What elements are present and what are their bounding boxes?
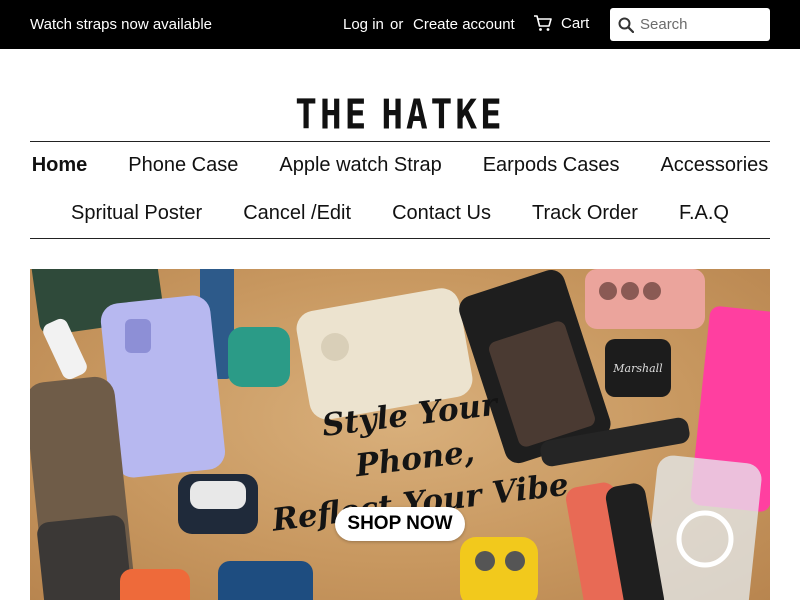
main-nav-row-1: Home Phone Case Apple watch Strap Earpod… [30,154,770,177]
search-icon[interactable] [618,17,634,33]
nav-item-faq[interactable]: F.A.Q [679,202,729,225]
nav-item-track-order[interactable]: Track Order [532,202,638,225]
announcement-bar: Watch straps now available Log in or Cre… [0,0,800,49]
or-text: or [390,16,404,33]
nav-item-accessories[interactable]: Accessories [660,154,768,177]
brand-right-text: HATKE [381,91,505,139]
announcement-text: Watch straps now available [30,16,213,33]
login-link[interactable]: Log in [343,16,384,33]
create-account-link[interactable]: Create account [413,16,515,33]
search-box[interactable] [610,8,770,41]
nav-item-contact-us[interactable]: Contact Us [392,202,491,225]
nav-item-home[interactable]: Home [32,154,88,177]
marshall-text: Marshall [612,362,663,375]
cart-icon [534,15,552,31]
nav-bottom-divider [30,238,770,239]
brand-logo[interactable]: THE HATKE [295,90,501,140]
main-nav-row-2: Spritual Poster Cancel /Edit Contact Us … [30,202,770,225]
nav-item-cancel-edit[interactable]: Cancel /Edit [243,202,351,225]
nav-item-phone-case[interactable]: Phone Case [128,154,238,177]
hero-banner[interactable]: Marshall Style Your Phone, Reflect Your … [30,269,770,600]
cart-link[interactable]: Cart [533,14,589,32]
cart-label: Cart [561,14,590,32]
nav-item-apple-watch-strap[interactable]: Apple watch Strap [279,154,441,177]
nav-item-spritual-poster[interactable]: Spritual Poster [71,202,202,225]
nav-item-earpods-cases[interactable]: Earpods Cases [483,154,620,177]
nav-top-divider [30,141,770,142]
brand-left-text: THE [295,91,370,139]
search-input[interactable] [640,16,760,33]
shop-now-button[interactable]: SHOP NOW [335,507,465,541]
